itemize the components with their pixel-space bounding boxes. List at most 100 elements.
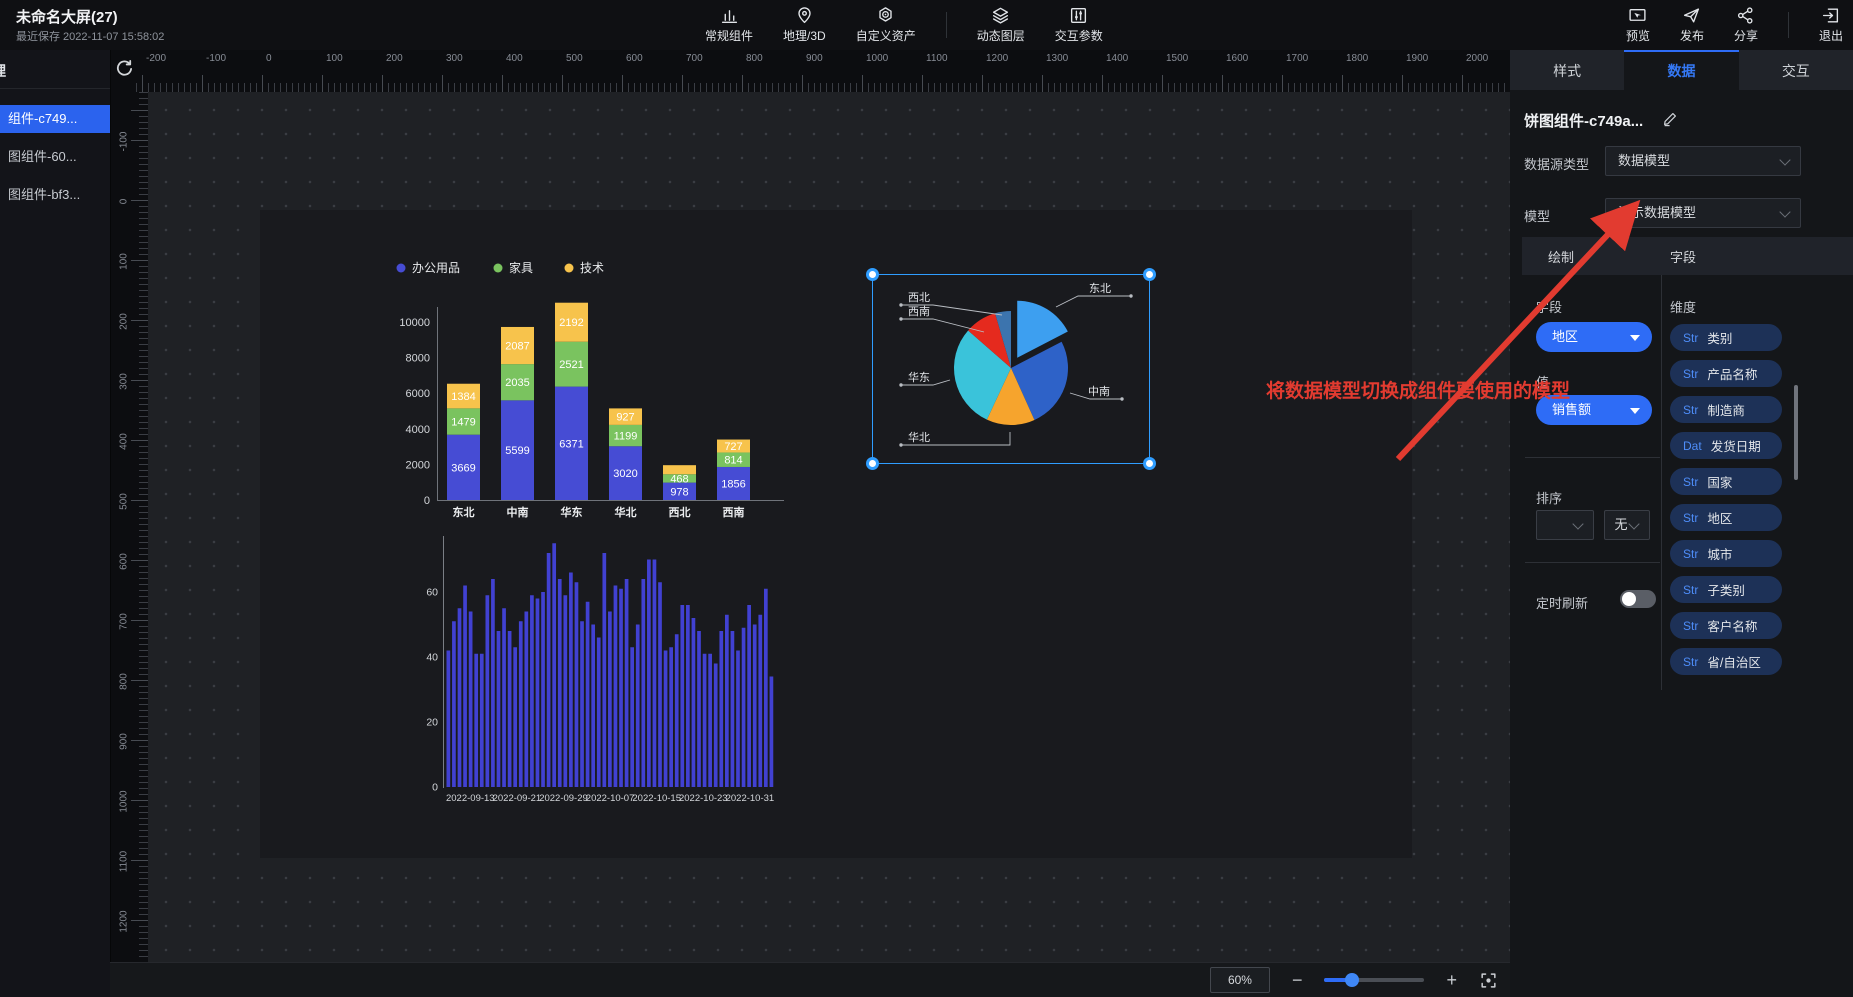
ruler-number: 400: [119, 422, 130, 462]
field-pill[interactable]: Str 客户名称: [1670, 612, 1782, 639]
tab-style[interactable]: 样式: [1510, 50, 1624, 90]
tab-interaction[interactable]: 交互: [1739, 50, 1853, 90]
pie-selection-box[interactable]: [872, 274, 1150, 464]
tool-bar-chart[interactable]: 常规组件: [705, 6, 753, 44]
caret-down-icon: [1630, 408, 1640, 414]
zoom-in-button[interactable]: +: [1446, 971, 1457, 989]
preview-screen-icon: [1628, 6, 1647, 25]
field-name: 子类别: [1707, 580, 1745, 599]
field-pill[interactable]: Str制造商: [1670, 396, 1782, 423]
pencil-icon: [1662, 111, 1678, 127]
tool-layers[interactable]: 动态图层: [977, 6, 1025, 44]
svg-text:814: 814: [724, 455, 742, 467]
field-name: 城市: [1707, 544, 1732, 563]
toggle-knob: [1622, 592, 1636, 606]
field-pill[interactable]: Str国家: [1670, 468, 1782, 495]
subtab-draw[interactable]: 绘制: [1548, 247, 1574, 266]
dimensions-label: 维度: [1670, 297, 1696, 316]
value-field-select[interactable]: 销售额: [1536, 395, 1652, 425]
field-pill[interactable]: Str省/自治区: [1670, 648, 1782, 675]
svg-text:6371: 6371: [559, 438, 583, 450]
ruler-number: 1700: [1286, 53, 1308, 64]
value-section-label: 值: [1536, 372, 1549, 391]
zoom-slider[interactable]: [1324, 978, 1424, 982]
tool-preview-screen[interactable]: 预览: [1626, 6, 1650, 44]
field-name: 客户名称: [1707, 616, 1757, 635]
zoom-slider-handle[interactable]: [1345, 973, 1359, 987]
sort-order-select[interactable]: 无: [1604, 510, 1650, 540]
svg-text:2087: 2087: [505, 341, 529, 353]
tool-hexagon-asset[interactable]: 自定义资产: [856, 6, 916, 44]
screen-title: 未命名大屏(27): [16, 6, 118, 27]
refresh-icon[interactable]: [114, 58, 134, 78]
auto-refresh-toggle[interactable]: [1620, 590, 1656, 608]
svg-text:华东: 华东: [561, 505, 583, 519]
sort-order-value: 无: [1614, 517, 1627, 532]
layer-item[interactable]: 图组件-60...: [0, 143, 110, 171]
field-name: 省/自治区: [1707, 652, 1760, 671]
dimension-field-select[interactable]: 地区: [1536, 322, 1652, 352]
selection-handle-sw[interactable]: [866, 457, 879, 470]
field-type-badge: Str: [1683, 475, 1698, 489]
dashboard-stage[interactable]: 办公用品家具技术02000400060008000100003669147913…: [260, 210, 1412, 858]
vertical-ruler: -100010020030040050060070080090010001100…: [110, 92, 148, 962]
chevron-down-icon: [1779, 206, 1790, 217]
svg-text:1384: 1384: [451, 391, 475, 403]
selection-handle-se[interactable]: [1143, 457, 1156, 470]
layers-sidebar: 理 组件-c749...图组件-60...图组件-bf3...: [0, 50, 111, 997]
svg-text:东北: 东北: [453, 505, 475, 519]
tool-exit[interactable]: 退出: [1819, 6, 1843, 44]
field-list-scrollbar[interactable]: [1794, 385, 1798, 480]
datasource-type-select[interactable]: 数据模型: [1605, 146, 1801, 176]
fit-screen-button[interactable]: [1479, 971, 1498, 990]
stacked-bar-chart[interactable]: 办公用品家具技术02000400060008000100003669147913…: [382, 255, 812, 540]
svg-text:40: 40: [426, 652, 438, 664]
svg-text:60: 60: [426, 587, 438, 599]
field-pill[interactable]: Str 城市: [1670, 540, 1782, 567]
tool-map-pin[interactable]: 地理/3D: [783, 6, 826, 44]
selection-handle-ne[interactable]: [1143, 268, 1156, 281]
ruler-number: 900: [806, 53, 823, 64]
tool-label: 分享: [1734, 27, 1758, 44]
tool-paper-plane[interactable]: 发布: [1680, 6, 1704, 44]
zoom-level-box[interactable]: 60%: [1210, 967, 1270, 993]
svg-text:2022-09-21: 2022-09-21: [493, 793, 542, 804]
selection-handle-nw[interactable]: [866, 268, 879, 281]
panel-tabs: 样式 数据 交互: [1510, 50, 1853, 90]
subtab-fields[interactable]: 字段: [1670, 247, 1696, 266]
zoom-bar: 60% − +: [110, 962, 1510, 997]
svg-text:2022-10-31: 2022-10-31: [726, 793, 775, 804]
tool-sliders[interactable]: 交互参数: [1055, 6, 1103, 44]
field-pill[interactable]: Dat发货日期: [1670, 432, 1782, 459]
field-type-badge: Str: [1683, 547, 1698, 561]
sort-field-select[interactable]: [1536, 510, 1594, 540]
field-pill[interactable]: Str产品名称: [1670, 360, 1782, 387]
model-select[interactable]: 演示数据模型: [1605, 198, 1801, 228]
model-value: 演示数据模型: [1618, 205, 1696, 220]
toolbar-divider: [1788, 12, 1789, 38]
svg-text:华北: 华北: [615, 505, 637, 519]
date-bar-chart[interactable]: 02040602022-09-132022-09-212022-09-29202…: [425, 528, 795, 810]
field-type-badge: Dat: [1683, 439, 1702, 453]
layer-item[interactable]: 组件-c749...: [0, 105, 110, 133]
app-root: 未命名大屏(27) 最近保存 2022-11-07 15:58:02 常规组件地…: [0, 0, 1853, 997]
editor-canvas[interactable]: 办公用品家具技术02000400060008000100003669147913…: [148, 92, 1510, 962]
zoom-out-button[interactable]: −: [1292, 971, 1303, 989]
field-pill[interactable]: Str子类别: [1670, 576, 1782, 603]
layer-item[interactable]: 图组件-bf3...: [0, 181, 110, 209]
field-pill[interactable]: Str类别: [1670, 324, 1782, 351]
ruler-number: 700: [686, 53, 703, 64]
svg-text:3020: 3020: [613, 468, 637, 480]
svg-text:8000: 8000: [406, 353, 430, 365]
rename-button[interactable]: [1662, 111, 1678, 127]
field-type-badge: Str: [1683, 619, 1698, 633]
svg-text:2022-09-29: 2022-09-29: [539, 793, 588, 804]
svg-text:727: 727: [724, 441, 742, 453]
field-pill[interactable]: Str地区: [1670, 504, 1782, 531]
svg-text:5599: 5599: [505, 445, 529, 457]
ruler-number: 1000: [866, 53, 888, 64]
tool-share-nodes[interactable]: 分享: [1734, 6, 1758, 44]
last-saved-text: 最近保存 2022-11-07 15:58:02: [16, 28, 164, 44]
tab-data[interactable]: 数据: [1624, 50, 1738, 90]
ruler-number: 900: [119, 722, 130, 762]
